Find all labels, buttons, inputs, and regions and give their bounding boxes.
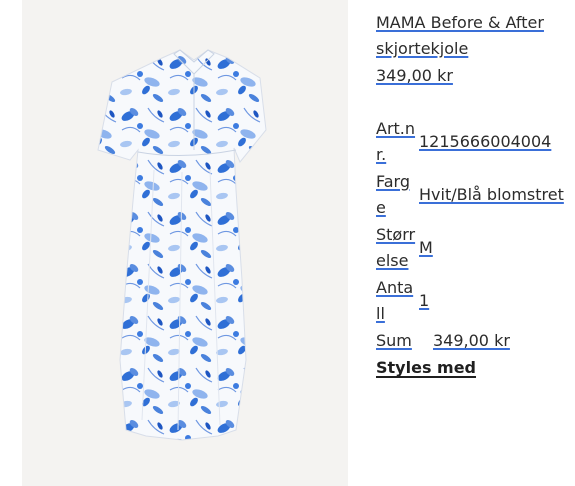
spec-label-color[interactable]: Farge [376,169,416,221]
dress-illustration [97,49,267,441]
spec-value-color[interactable]: Hvit/Blå blomstret [419,182,564,208]
spec-label-article-number[interactable]: Art.nr. [376,116,416,168]
product-price[interactable]: 349,00 kr [376,63,453,89]
sum-value[interactable]: 349,00 kr [433,328,510,354]
spec-value-article-number[interactable]: 1215666004004 [419,129,551,155]
spec-value-quantity[interactable]: 1 [419,288,429,314]
sum-label[interactable]: Sum [376,328,412,354]
styles-with-link[interactable]: Styles med [376,355,476,381]
product-image[interactable] [22,0,348,486]
spec-label-quantity[interactable]: Antall [376,275,416,327]
product-details: MAMA Before & After skjortekjole 349,00 … [376,0,575,486]
spec-value-size[interactable]: M [419,235,433,261]
spec-label-size[interactable]: Størrelse [376,222,416,274]
product-name-link[interactable]: MAMA Before & After skjortekjole [376,10,566,62]
